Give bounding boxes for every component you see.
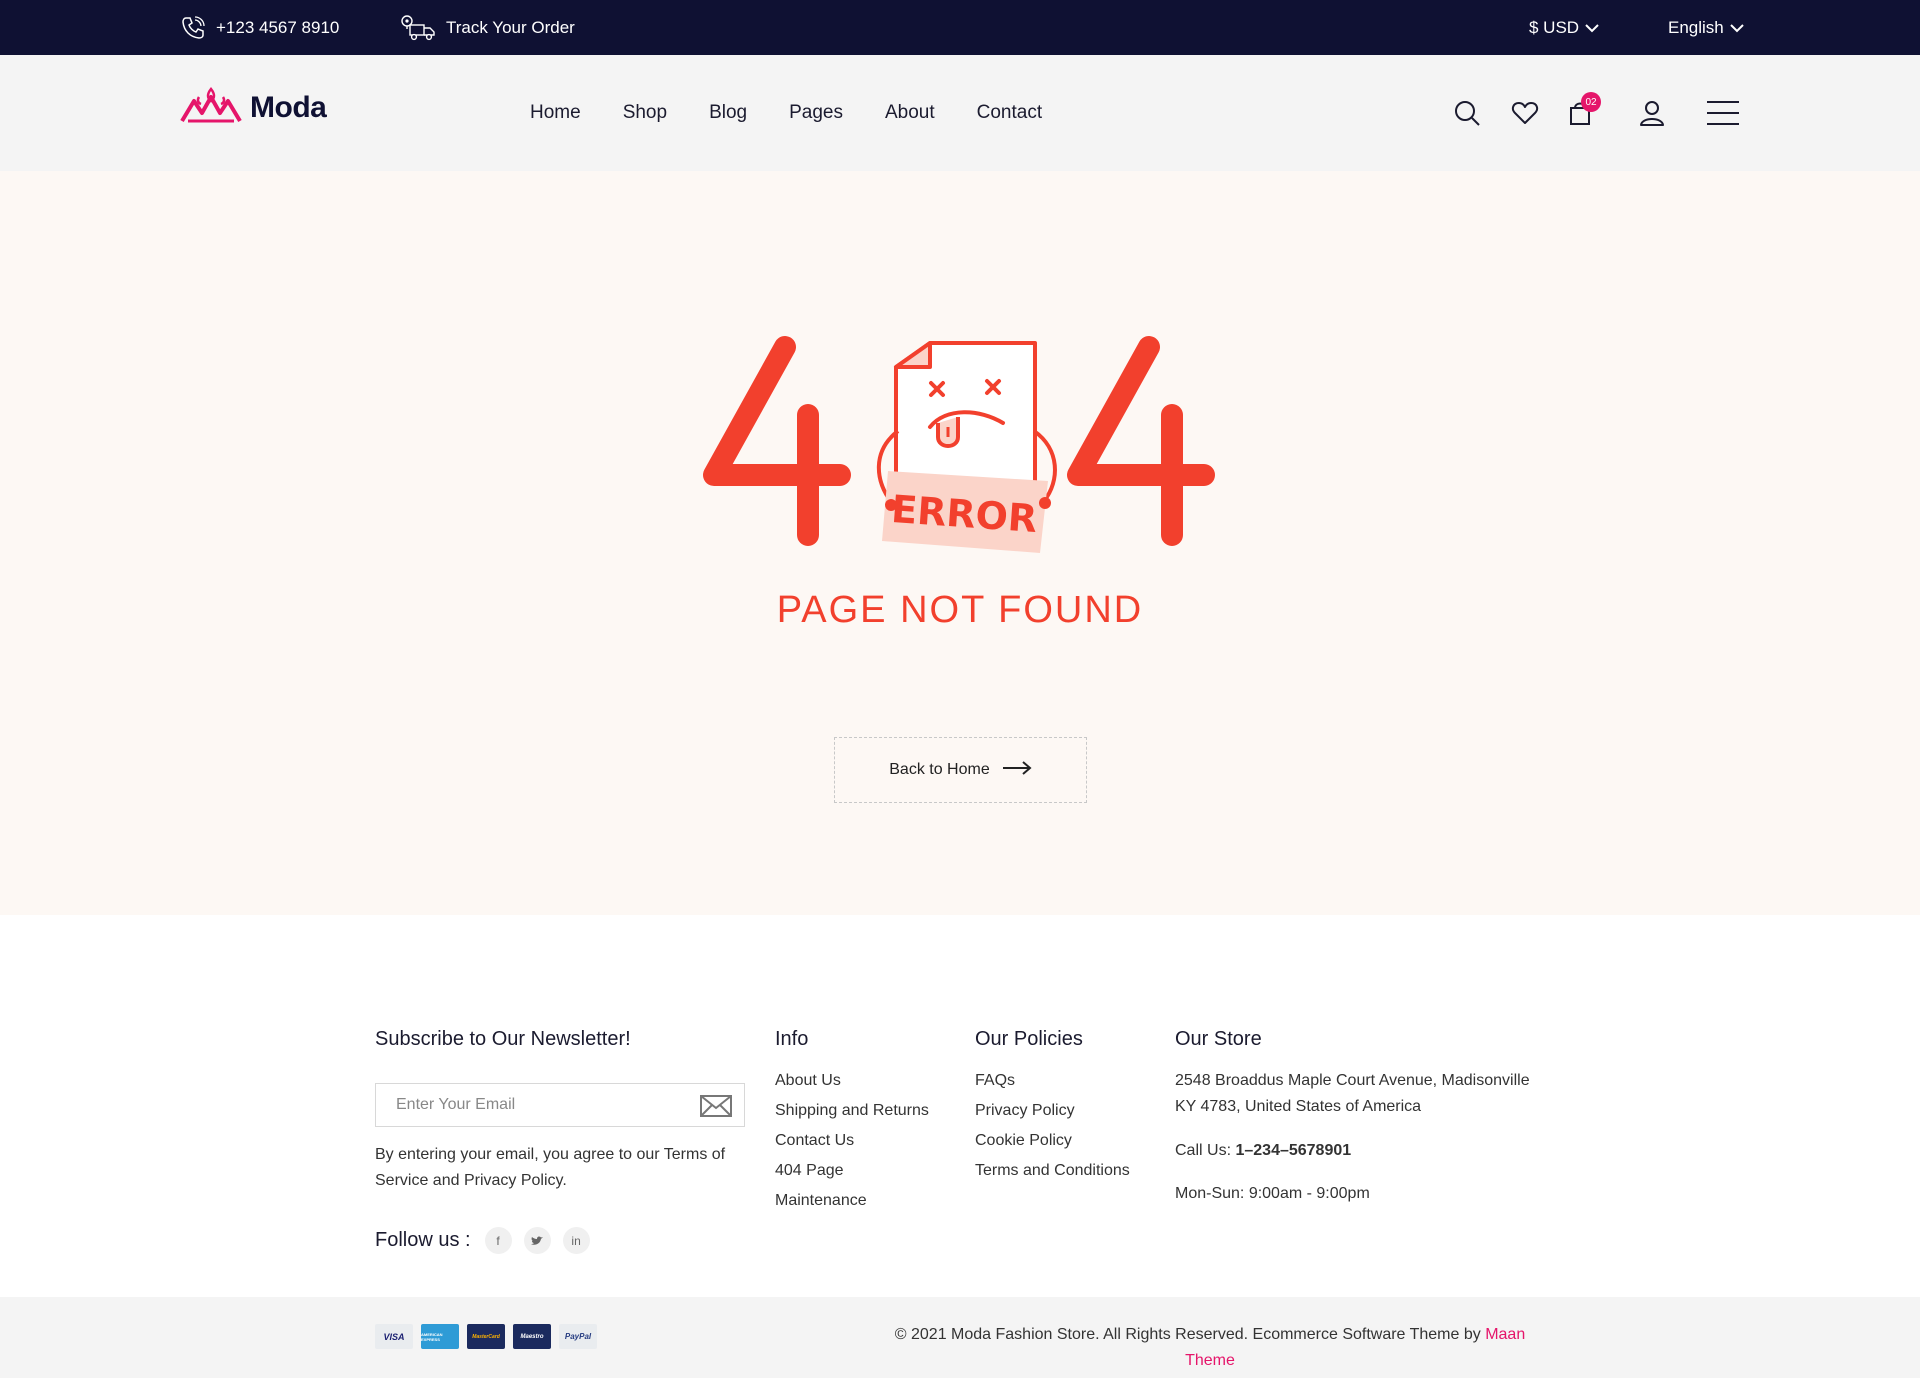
- logo-mark-icon: [180, 86, 242, 128]
- error-404-illustration: ERROR: [700, 331, 1220, 561]
- cart-count-badge: 02: [1581, 92, 1601, 112]
- info-title: Info: [775, 1028, 809, 1050]
- copyright: © 2021 Moda Fashion Store. All Rights Re…: [880, 1322, 1540, 1374]
- footer-link-faqs[interactable]: FAQs: [975, 1072, 1015, 1090]
- envelope-icon[interactable]: [700, 1095, 732, 1122]
- payment-methods: VISA AMERICAN EXPRESS MasterCard Maestro…: [375, 1324, 597, 1349]
- track-order-label: Track Your Order: [446, 17, 575, 37]
- store-phone: Call Us: 1–234–5678901: [1175, 1138, 1351, 1164]
- footer-link-privacy[interactable]: Privacy Policy: [975, 1102, 1075, 1120]
- paypal-icon: PayPal: [559, 1324, 597, 1349]
- currency-select[interactable]: $ USD: [1529, 0, 1599, 55]
- store-hours: Mon-Sun: 9:00am - 9:00pm: [1175, 1185, 1370, 1202]
- menu-icon[interactable]: [1706, 99, 1740, 127]
- store-address-line1: 2548 Broaddus Maple Court Avenue, Madiso…: [1175, 1072, 1530, 1089]
- newsletter-note-line2: Service and Privacy Policy.: [375, 1172, 567, 1189]
- error-section: ERROR PAGE NOT FOUND Back to Home: [0, 171, 1920, 915]
- store-title: Our Store: [1175, 1028, 1262, 1050]
- user-icon[interactable]: [1638, 99, 1666, 127]
- store-address: 2548 Broaddus Maple Court Avenue, Madiso…: [1175, 1068, 1530, 1120]
- heart-icon[interactable]: [1511, 99, 1539, 127]
- nav-blog[interactable]: Blog: [709, 102, 747, 124]
- facebook-icon[interactable]: f: [484, 1227, 512, 1254]
- logo-text: Moda: [250, 90, 327, 124]
- footer-link-about-us[interactable]: About Us: [775, 1072, 841, 1090]
- bottom-bar: VISA AMERICAN EXPRESS MasterCard Maestro…: [0, 1297, 1920, 1378]
- language-select[interactable]: English: [1668, 0, 1744, 55]
- call-us-number[interactable]: 1–234–5678901: [1235, 1142, 1351, 1159]
- call-us-label: Call Us:: [1175, 1142, 1232, 1159]
- back-to-home-button[interactable]: Back to Home: [834, 737, 1087, 803]
- chevron-down-icon: [1585, 23, 1599, 33]
- main-nav: Home Shop Blog Pages About Contact: [530, 55, 1084, 171]
- twitter-icon[interactable]: [523, 1227, 551, 1254]
- footer-link-cookie[interactable]: Cookie Policy: [975, 1132, 1072, 1150]
- maestro-icon: Maestro: [513, 1324, 551, 1349]
- follow-us-label: Follow us :: [375, 1229, 471, 1251]
- phone-contact[interactable]: +123 4567 8910: [180, 0, 339, 55]
- newsletter-note: By entering your email, you agree to our…: [375, 1142, 725, 1194]
- newsletter-title: Subscribe to Our Newsletter!: [375, 1028, 631, 1050]
- footer-link-contact-us[interactable]: Contact Us: [775, 1132, 854, 1150]
- brand-part1: Maan: [1485, 1326, 1526, 1343]
- amex-icon: AMERICAN EXPRESS: [421, 1324, 459, 1349]
- linkedin-icon[interactable]: in: [562, 1227, 590, 1254]
- copyright-text: © 2021 Moda Fashion Store. All Rights Re…: [894, 1326, 1481, 1343]
- track-order-link[interactable]: Track Your Order: [400, 0, 575, 55]
- language-value: English: [1668, 17, 1724, 37]
- phone-icon: [180, 15, 206, 41]
- top-bar: +123 4567 8910 Track Your Order $ USD En…: [0, 0, 1920, 55]
- page-not-found-title: PAGE NOT FOUND: [776, 589, 1144, 631]
- newsletter-form: [375, 1083, 745, 1127]
- newsletter-note-line1: By entering your email, you agree to our…: [375, 1146, 726, 1163]
- truck-icon: [400, 14, 436, 42]
- chevron-down-icon: [1730, 23, 1744, 33]
- site-footer: Subscribe to Our Newsletter! By entering…: [0, 915, 1920, 1297]
- arrow-right-icon: [1002, 760, 1032, 780]
- footer-link-terms[interactable]: Terms and Conditions: [975, 1162, 1130, 1180]
- footer-link-shipping[interactable]: Shipping and Returns: [775, 1102, 929, 1120]
- currency-value: $ USD: [1529, 17, 1580, 37]
- mastercard-icon: MasterCard: [467, 1324, 505, 1349]
- nav-contact[interactable]: Contact: [977, 102, 1042, 124]
- cart-icon[interactable]: 02: [1567, 92, 1601, 127]
- search-icon[interactable]: [1453, 99, 1481, 127]
- site-header: Moda Home Shop Blog Pages About Contact …: [0, 55, 1920, 171]
- nav-pages[interactable]: Pages: [789, 102, 843, 124]
- nav-shop[interactable]: Shop: [623, 102, 667, 124]
- footer-link-maintenance[interactable]: Maintenance: [775, 1192, 867, 1210]
- email-input[interactable]: [376, 1096, 686, 1114]
- logo[interactable]: Moda: [180, 86, 327, 128]
- nav-home[interactable]: Home: [530, 102, 581, 124]
- policies-title: Our Policies: [975, 1028, 1083, 1050]
- brand-part2: Theme: [1185, 1352, 1235, 1369]
- follow-us: Follow us : f in: [375, 1227, 590, 1254]
- visa-icon: VISA: [375, 1324, 413, 1349]
- nav-about[interactable]: About: [885, 102, 935, 124]
- phone-number: +123 4567 8910: [216, 17, 340, 37]
- footer-link-404[interactable]: 404 Page: [775, 1162, 844, 1180]
- back-to-home-label: Back to Home: [889, 761, 990, 778]
- store-address-line2: KY 4783, United States of America: [1175, 1098, 1422, 1115]
